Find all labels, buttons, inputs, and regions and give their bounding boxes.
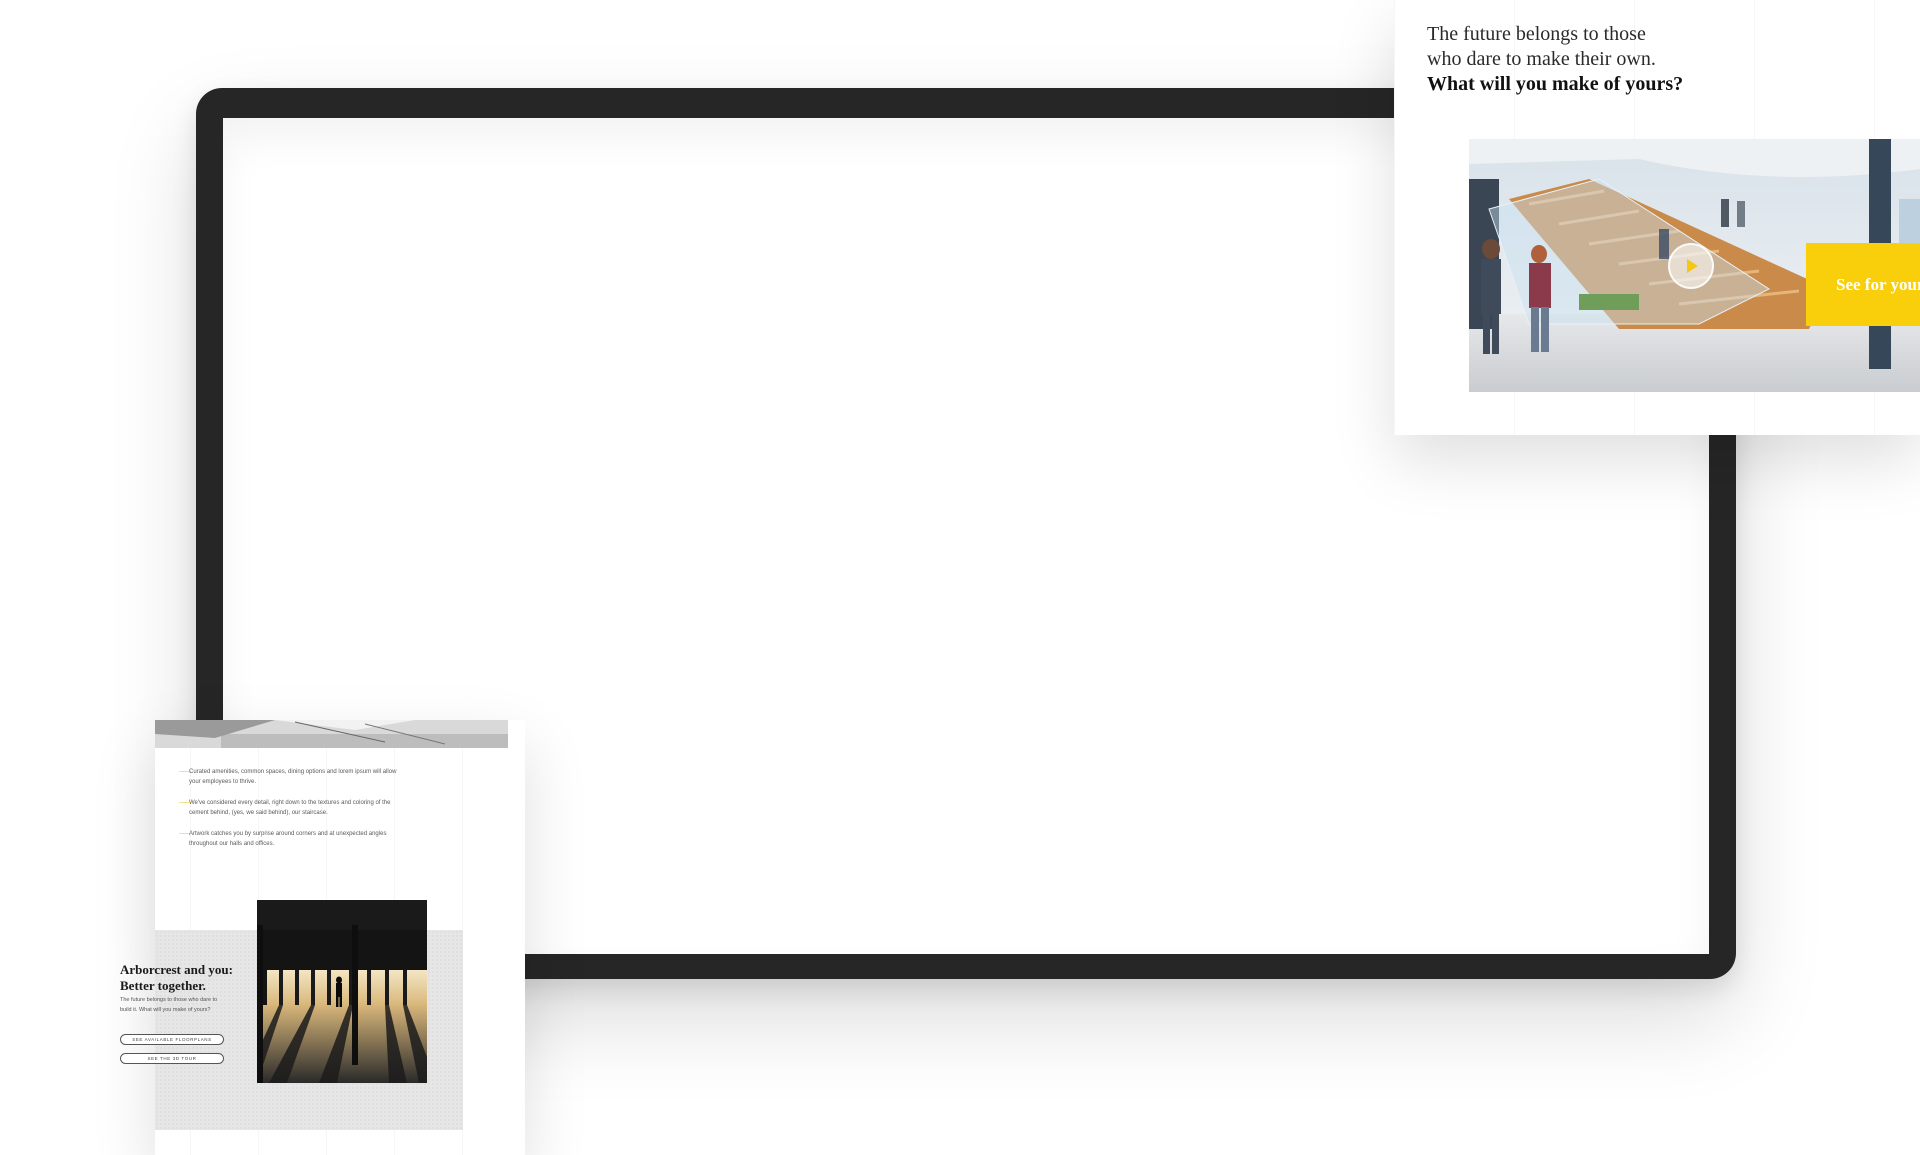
see-floorplans-button[interactable]: SEE AVAILABLE FLOORPLANS (120, 1034, 224, 1045)
see-for-yourself-button[interactable]: See for yourself (1806, 243, 1920, 326)
section-body-text: The future belongs to those who dare to … (120, 997, 218, 1013)
list-item: —— Artwork catches you by surprise around… (179, 829, 399, 849)
list-item-text: We've considered every detail, right dow… (189, 800, 391, 816)
features-list: —— Curated amenities, common spaces, dini… (179, 767, 399, 860)
dash-icon: —— (179, 769, 191, 775)
video-section-heading: The future belongs to those who dare to … (1427, 22, 1757, 97)
play-icon (1687, 259, 1698, 273)
list-item-text: Curated amenities, common spaces, dining… (189, 769, 397, 785)
features-section-card: —— Curated amenities, common spaces, dini… (155, 720, 525, 1155)
dash-icon: —— (179, 831, 191, 837)
section-heading: Arborcrest and you: Better together. (120, 962, 260, 994)
see-3d-tour-button[interactable]: SEE THE 3D TOUR (120, 1053, 224, 1064)
heading-line-1: Arborcrest and you: (120, 962, 233, 977)
list-item-text: Artwork catches you by surprise around c… (189, 831, 387, 847)
heading-line-1: The future belongs to those (1427, 23, 1646, 45)
heading-line-2: Better together. (120, 978, 206, 993)
ceiling-photo-strip (155, 720, 508, 748)
list-item: —— We've considered every detail, right d… (179, 798, 399, 818)
play-video-button[interactable] (1668, 243, 1714, 289)
heading-strong-line: What will you make of yours? (1427, 73, 1684, 95)
list-item: —— Curated amenities, common spaces, dini… (179, 767, 399, 787)
dash-icon: —— (179, 800, 191, 806)
heading-line-2: who dare to make their own. (1427, 48, 1656, 70)
video-section-card: The future belongs to those who dare to … (1394, 0, 1920, 435)
person-silhouette-photo (257, 900, 427, 1083)
